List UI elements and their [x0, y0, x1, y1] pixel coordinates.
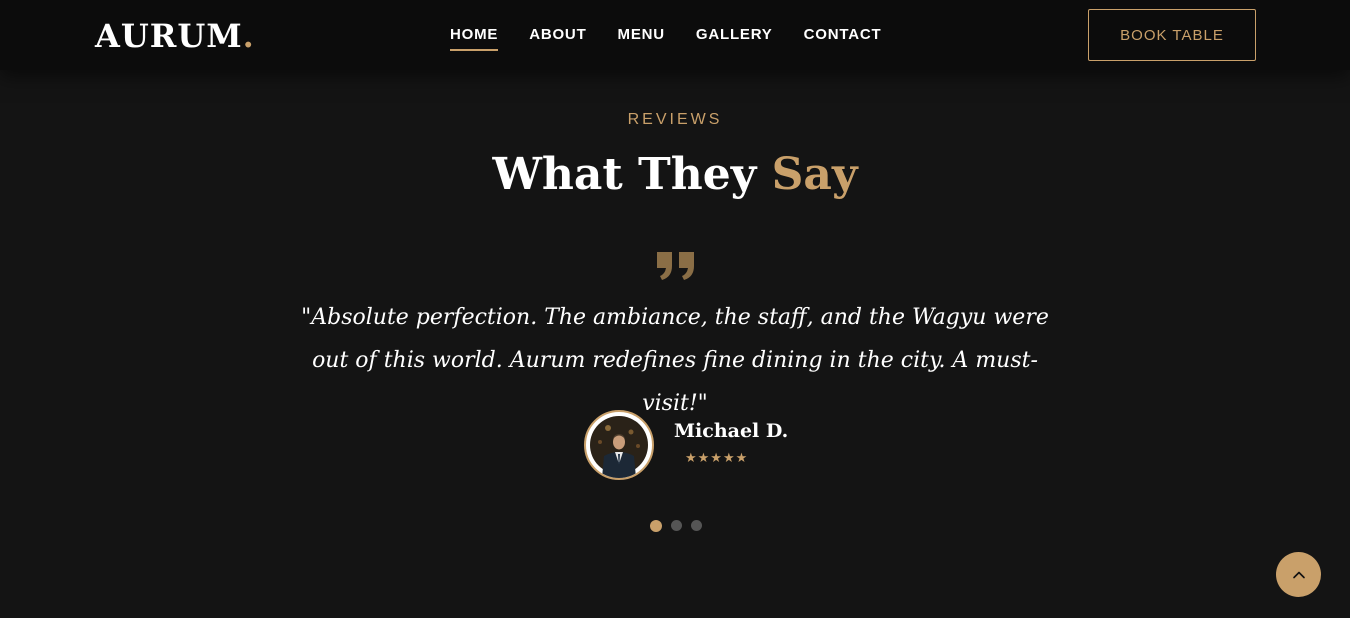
site-header: AURUM. HOME ABOUT MENU GALLERY CONTACT B… — [0, 0, 1350, 70]
logo-text: AURUM — [95, 17, 243, 55]
title-main: What They — [492, 149, 757, 200]
nav-item-home[interactable]: HOME — [450, 25, 499, 51]
logo[interactable]: AURUM. — [95, 17, 255, 55]
nav-item-menu[interactable]: MENU — [618, 25, 665, 51]
carousel-dots — [650, 520, 702, 532]
scroll-to-top-button[interactable] — [1276, 552, 1321, 597]
avatar — [584, 410, 654, 480]
chevron-up-icon — [1292, 571, 1305, 578]
nav-item-contact[interactable]: CONTACT — [804, 25, 882, 51]
testimonial-quote: "Absolute perfection. The ambiance, the … — [301, 305, 1049, 416]
quote-icon — [657, 252, 694, 280]
nav-item-about[interactable]: ABOUT — [529, 25, 586, 51]
star-rating: ★★★★★ — [685, 450, 749, 465]
section-eyebrow: REVIEWS — [627, 111, 723, 128]
book-table-button[interactable]: BOOK TABLE — [1088, 9, 1256, 61]
author-name: Michael D. — [674, 420, 789, 442]
carousel-dot-2[interactable] — [671, 520, 682, 531]
main-nav: HOME ABOUT MENU GALLERY CONTACT — [450, 25, 881, 51]
nav-item-gallery[interactable]: GALLERY — [696, 25, 773, 51]
logo-dot: . — [242, 17, 255, 55]
carousel-dot-3[interactable] — [691, 520, 702, 531]
carousel-dot-1[interactable] — [650, 520, 662, 532]
section-title: What They Say — [0, 146, 1350, 204]
title-accent: Say — [771, 149, 858, 200]
avatar-photo — [590, 416, 648, 478]
testimonial-author: Michael D. ★★★★★ — [584, 410, 788, 482]
